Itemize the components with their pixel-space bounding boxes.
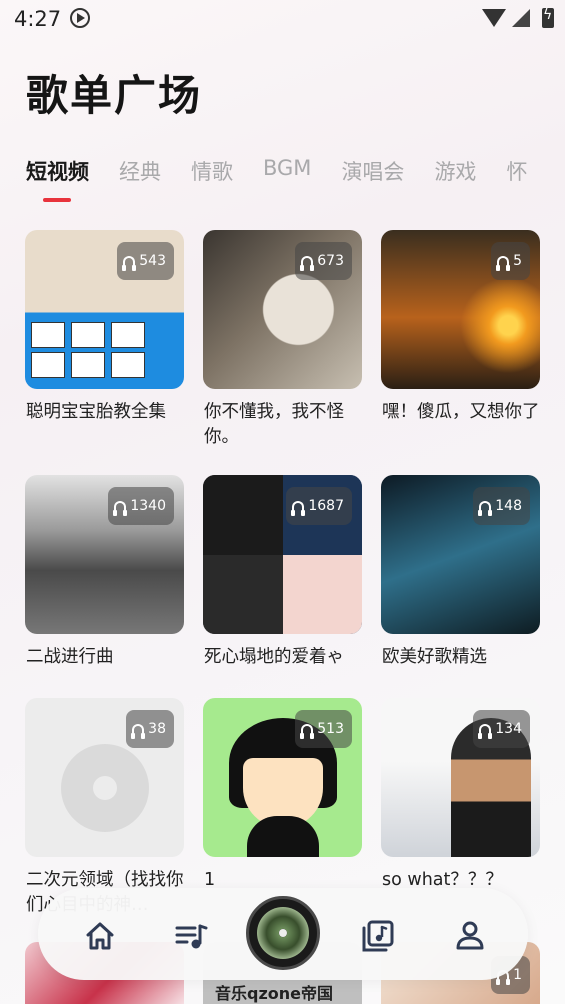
- playlist-title: 欧美好歌精选: [382, 647, 487, 667]
- playlist-cover: 543: [25, 230, 184, 389]
- headphones-icon: [496, 255, 511, 271]
- nav-profile-button[interactable]: [450, 916, 490, 956]
- playlist-cover: 1340: [25, 475, 184, 634]
- headphones-icon: [122, 255, 137, 271]
- playlist-title: 你不懂我，我不怪你。: [204, 402, 344, 447]
- headphones-icon: [291, 500, 306, 516]
- play-count: 148: [495, 498, 522, 514]
- headphones-icon: [478, 723, 493, 739]
- disc-placeholder-icon: [61, 744, 149, 832]
- play-count-badge: 1687: [286, 487, 352, 525]
- cell-signal-icon: [512, 9, 530, 27]
- play-count-badge: 134: [473, 710, 530, 748]
- playlist-cover: 5: [381, 230, 540, 389]
- tab-concert[interactable]: 演唱会: [341, 156, 404, 186]
- play-count-badge: 1340: [108, 487, 174, 525]
- now-playing-disc-button[interactable]: [246, 896, 320, 970]
- play-count-badge: 513: [295, 710, 352, 748]
- headphones-icon: [478, 500, 493, 516]
- headphones-icon: [300, 255, 315, 271]
- headphones-icon: [113, 500, 128, 516]
- play-count: 1340: [130, 498, 166, 514]
- tab-classic[interactable]: 经典: [119, 156, 161, 186]
- tab-game[interactable]: 游戏: [434, 156, 476, 186]
- disc-icon: [257, 907, 309, 959]
- play-count: 38: [148, 721, 166, 737]
- nav-library-button[interactable]: [358, 916, 398, 956]
- play-count: 5: [513, 253, 522, 269]
- playlist-title: 嘿！傻瓜，又想你了: [382, 402, 540, 422]
- music-library-icon: [362, 920, 394, 952]
- status-bar: 4:27: [0, 0, 565, 38]
- wifi-icon: [482, 9, 506, 27]
- home-icon: [86, 922, 114, 950]
- play-count-badge: 673: [295, 242, 352, 280]
- playlist-title: 二战进行曲: [26, 647, 114, 667]
- person-icon: [456, 921, 484, 950]
- tab-love-songs[interactable]: 情歌: [191, 156, 233, 186]
- play-count-badge: 148: [473, 487, 530, 525]
- playlist-cover: 148: [381, 475, 540, 634]
- playlist-cover: 673: [203, 230, 362, 389]
- play-count-badge: 38: [126, 710, 174, 748]
- playlist-cover: 38: [25, 698, 184, 857]
- play-count: 513: [317, 721, 344, 737]
- media-playing-icon: [70, 8, 90, 28]
- nav-playlist-button[interactable]: [171, 916, 211, 956]
- headphones-icon: [300, 723, 315, 739]
- playlist-title: 死心塌地的爱着ゃ: [204, 647, 344, 667]
- play-count: 673: [317, 253, 344, 269]
- playlist-cover: 1687: [203, 475, 362, 634]
- category-tabs: 短视频 经典 情歌 BGM 演唱会 游戏怀: [26, 156, 565, 206]
- nav-home-button[interactable]: [80, 916, 120, 956]
- playlist-icon: [175, 924, 208, 949]
- battery-charging-icon: [542, 7, 554, 28]
- playlist-cover: 134: [381, 698, 540, 857]
- play-count: 1687: [308, 498, 344, 514]
- tab-nostalgia[interactable]: 怀: [506, 156, 527, 186]
- play-count: 134: [495, 721, 522, 737]
- playlist-cover: 513: [203, 698, 362, 857]
- play-count: 543: [139, 253, 166, 269]
- tab-bgm[interactable]: BGM: [263, 156, 311, 180]
- playlist-title: 聪明宝宝胎教全集: [26, 402, 166, 422]
- page-title: 歌单广场: [26, 71, 203, 120]
- cover-text: 音乐qzone帝国: [215, 984, 334, 1003]
- tab-short-video[interactable]: 短视频: [26, 156, 89, 202]
- bottom-nav: [38, 888, 528, 980]
- play-count-badge: 5: [491, 242, 530, 280]
- headphones-icon: [131, 723, 146, 739]
- status-time: 4:27: [14, 7, 62, 31]
- play-count-badge: 543: [117, 242, 174, 280]
